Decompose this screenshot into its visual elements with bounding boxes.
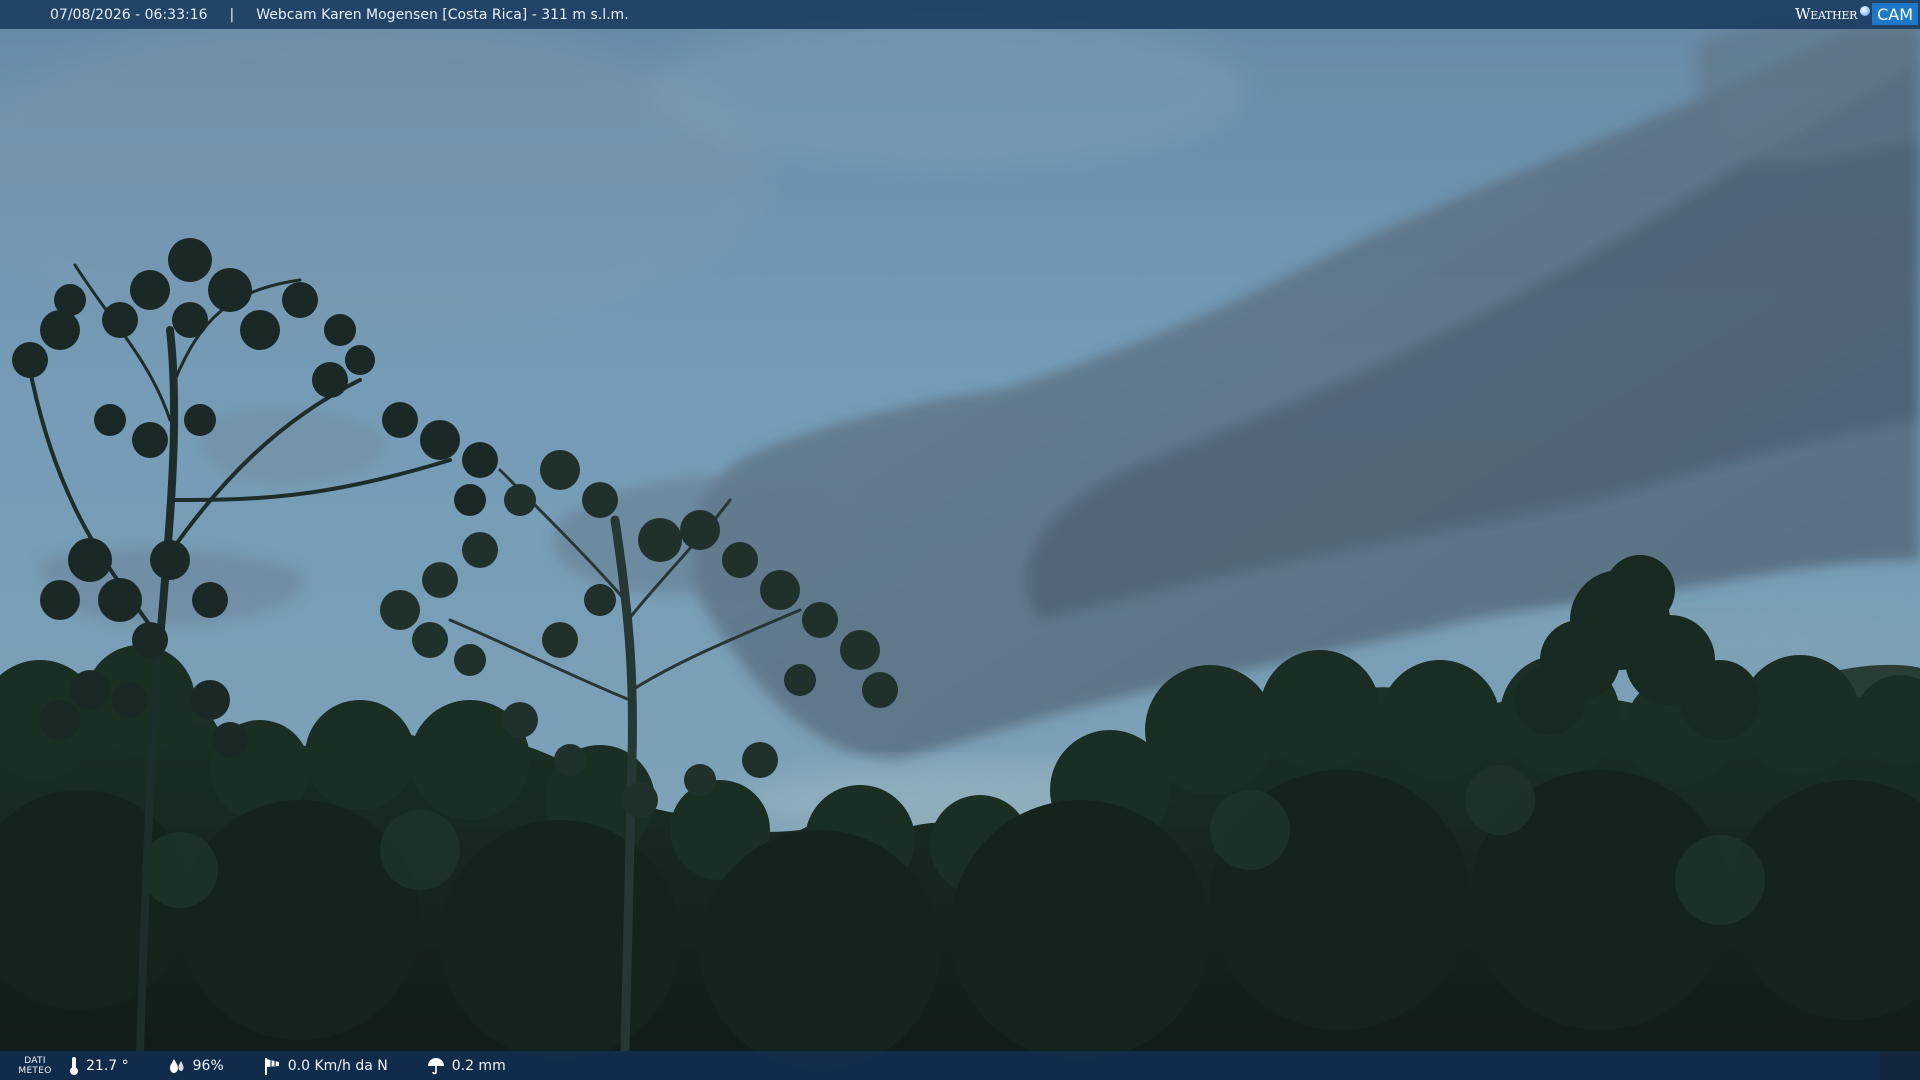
logo-text-cam: CAM (1872, 3, 1918, 25)
capture-datetime: 07/08/2026 - 06:33:16 (50, 6, 208, 23)
windsock-icon (264, 1057, 279, 1075)
drops-icon (169, 1058, 184, 1073)
umbrella-icon (427, 1057, 444, 1074)
logo-dot-icon (1860, 6, 1871, 16)
temperature-reading: 21.7 ° (68, 1056, 129, 1076)
thermometer-icon (70, 1056, 78, 1075)
header-separator: | (229, 6, 235, 23)
temperature-value: 21.7 ° (86, 1057, 129, 1074)
wind-reading: 0.0 Km/h da N (262, 1056, 388, 1076)
rain-value: 0.2 mm (451, 1057, 506, 1074)
weather-data-bar: DATI METEO 21.7 ° 96% 0.0 Km/h da N 0.2 … (0, 1051, 1920, 1080)
webcam-image (0, 0, 1920, 1080)
top-info-bar: 07/08/2026 - 06:33:16 | Webcam Karen Mog… (0, 0, 1920, 29)
weather-data-label: DATI METEO (2, 1056, 68, 1076)
wind-value: 0.0 Km/h da N (287, 1057, 388, 1074)
rain-reading: 0.2 mm (426, 1056, 506, 1076)
humidity-value: 96% (192, 1057, 224, 1074)
bar-corner (1880, 1051, 1920, 1080)
landscape-scene (0, 0, 1920, 1080)
weathercam-logo[interactable]: Weather CAM (1795, 2, 1918, 26)
humidity-reading: 96% (167, 1057, 224, 1075)
weather-data-label-line1: DATI (24, 1055, 46, 1066)
webcam-title: Webcam Karen Mogensen [Costa Rica] - 311… (256, 6, 629, 23)
logo-text-weather: Weather (1795, 5, 1858, 23)
weather-data-label-line2: METEO (18, 1065, 52, 1076)
